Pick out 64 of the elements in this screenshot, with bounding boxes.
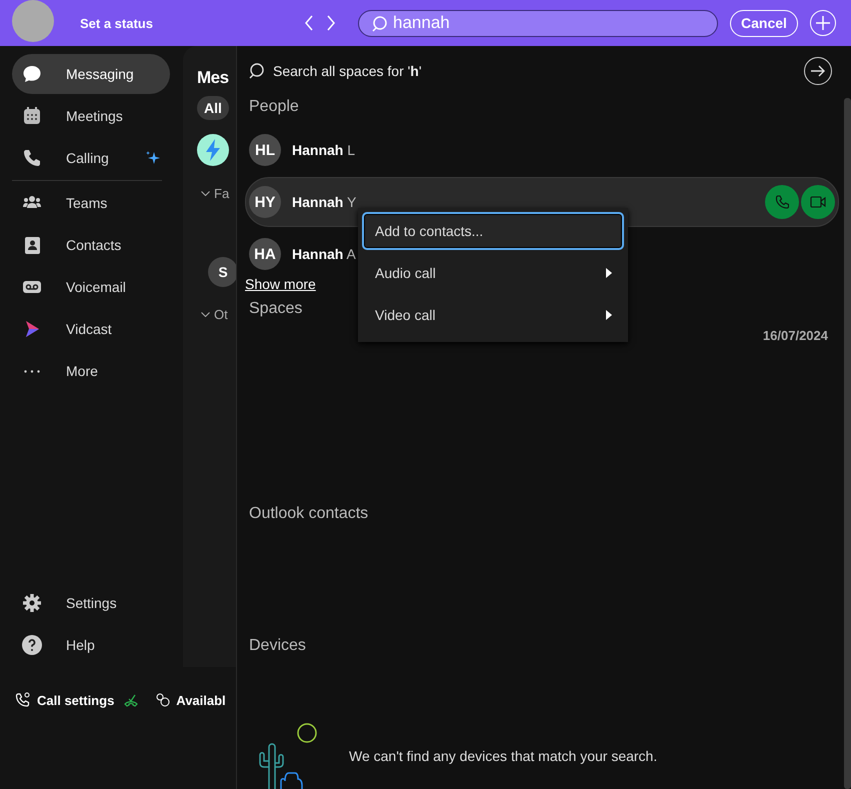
calendar-icon xyxy=(22,106,42,126)
nav-item[interactable]: More xyxy=(12,351,170,391)
initials-avatar: HY xyxy=(249,186,281,218)
initials-avatar: HL xyxy=(249,134,281,166)
go-button[interactable] xyxy=(804,57,832,85)
help-icon xyxy=(22,635,42,655)
phone-icon xyxy=(775,195,789,209)
nav-item[interactable]: Settings xyxy=(12,583,170,623)
nav-item[interactable]: Help xyxy=(12,625,170,665)
filter-chip[interactable]: All xyxy=(197,96,229,120)
nav-item[interactable]: Voicemail xyxy=(12,267,170,307)
section-heading: Outlook contacts xyxy=(248,505,368,523)
section-header[interactable]: Fa xyxy=(214,186,230,201)
phone-gear-icon xyxy=(15,692,31,708)
section-header[interactable]: Ot xyxy=(214,307,228,322)
contact-card-icon xyxy=(22,235,42,255)
person-name: Hannah Y xyxy=(292,194,356,210)
chat-bubble-icon xyxy=(22,64,42,84)
more-icon xyxy=(24,370,40,372)
page-title: Mes xyxy=(197,68,229,88)
nav-item[interactable]: Contacts xyxy=(12,225,170,265)
nav-item[interactable]: Meetings xyxy=(12,96,170,136)
submenu-arrow-icon xyxy=(606,268,612,278)
nav-item[interactable]: Vidcast xyxy=(12,309,170,349)
nav-item[interactable]: Teams xyxy=(12,183,170,223)
person-row[interactable]: HA Hannah A xyxy=(245,229,361,279)
empty-message: We can't find any devices that match your search. xyxy=(349,748,658,764)
phone-status-icon xyxy=(124,693,138,707)
person-name: Hannah A xyxy=(292,246,356,262)
cancel-button[interactable]: Cancel xyxy=(730,10,798,36)
search-icon xyxy=(372,16,388,32)
date-label: 16/07/2024 xyxy=(762,328,828,343)
person-row[interactable]: HL Hannah L xyxy=(245,125,360,175)
person-name: Hannah L xyxy=(292,142,356,158)
set-status-link[interactable]: Set a status xyxy=(80,16,220,30)
section-heading: People xyxy=(248,98,299,117)
presence-status[interactable]: Availabl xyxy=(176,692,226,708)
bolt-avatar-icon xyxy=(197,134,229,166)
scrollbar[interactable] xyxy=(844,98,851,789)
presence-icon xyxy=(156,693,170,707)
audio-call-button[interactable] xyxy=(765,185,799,219)
phone-icon xyxy=(22,148,42,168)
show-more-link[interactable]: Show more xyxy=(245,276,316,292)
submenu-arrow-icon xyxy=(606,310,612,320)
section-heading: Devices xyxy=(248,637,306,655)
initials-avatar: HA xyxy=(249,238,281,270)
video-camera-icon xyxy=(810,196,826,208)
chevron-down-icon xyxy=(201,191,210,196)
plus-icon xyxy=(816,16,830,30)
space-avatar: S xyxy=(208,257,238,287)
call-settings-link[interactable]: Call settings xyxy=(37,692,114,708)
arrow-right-icon xyxy=(811,65,825,77)
search-icon xyxy=(249,63,265,79)
nav-item[interactable]: Messaging xyxy=(12,54,170,94)
menu-item[interactable]: Video call xyxy=(362,296,624,334)
nav-item[interactable]: Calling xyxy=(12,138,170,178)
menu-item[interactable]: Audio call xyxy=(362,254,624,292)
section-heading: Spaces xyxy=(248,300,302,318)
search-all-spaces-link[interactable]: Search all spaces for 'h' xyxy=(273,63,796,79)
chevron-down-icon xyxy=(201,312,210,317)
settings-icon xyxy=(22,593,42,613)
video-call-button[interactable] xyxy=(801,185,835,219)
add-button[interactable] xyxy=(810,10,836,36)
menu-item[interactable]: Add to contacts... xyxy=(362,212,624,250)
